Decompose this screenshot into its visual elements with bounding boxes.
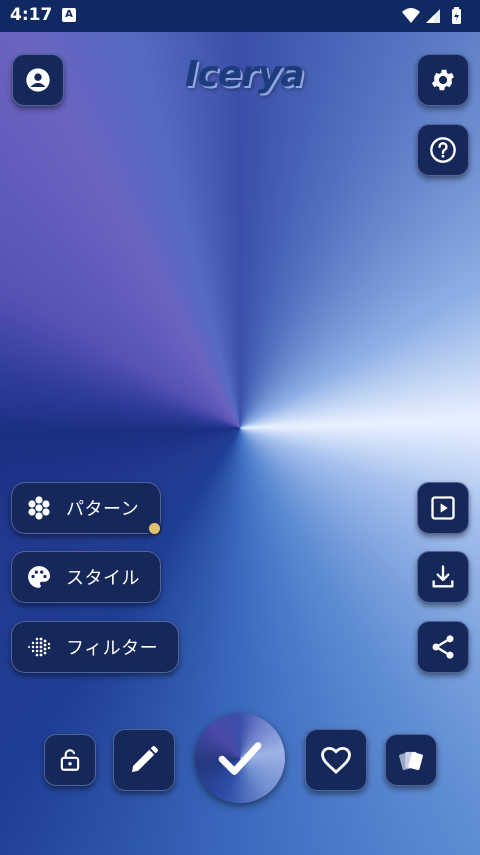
pattern-label: パターン bbox=[66, 499, 140, 520]
preview-button[interactable] bbox=[417, 482, 469, 534]
download-button[interactable] bbox=[417, 551, 469, 603]
settings-button[interactable] bbox=[417, 54, 469, 106]
pattern-button[interactable]: パターン bbox=[11, 482, 161, 534]
confirm-check-icon bbox=[218, 742, 262, 775]
account-icon bbox=[26, 68, 50, 92]
wifi-icon bbox=[402, 8, 420, 23]
filter-button[interactable]: フィルター bbox=[11, 621, 179, 673]
filter-icon bbox=[28, 637, 51, 657]
battery-icon bbox=[452, 7, 461, 24]
style-button[interactable]: スタイル bbox=[11, 551, 161, 603]
confirm-button[interactable] bbox=[195, 713, 285, 803]
account-button[interactable] bbox=[12, 54, 64, 106]
status-icons bbox=[400, 6, 470, 30]
pattern-indicator-dot bbox=[147, 521, 162, 536]
heart-icon bbox=[321, 746, 351, 774]
share-button[interactable] bbox=[417, 621, 469, 673]
status-time: 4:17 bbox=[10, 5, 53, 25]
download-icon bbox=[432, 565, 454, 588]
pattern-icon bbox=[28, 496, 50, 520]
status-bar: 4:17 A bbox=[0, 0, 480, 32]
lock-button[interactable] bbox=[44, 734, 96, 786]
palette-icon bbox=[28, 566, 51, 588]
play-icon bbox=[431, 496, 455, 520]
pencil-icon bbox=[132, 746, 158, 772]
signal-icon bbox=[426, 9, 440, 23]
style-label: スタイル bbox=[66, 568, 140, 589]
edit-button[interactable] bbox=[113, 729, 175, 791]
settings-icon bbox=[431, 69, 455, 91]
help-icon bbox=[430, 137, 456, 163]
share-icon bbox=[432, 635, 454, 659]
help-button[interactable] bbox=[417, 124, 469, 176]
filter-label: フィルター bbox=[66, 638, 159, 659]
favorite-button[interactable] bbox=[305, 729, 367, 791]
app-logo: Icerya bbox=[185, 54, 305, 95]
cards-icon bbox=[399, 751, 423, 771]
notification-badge: A bbox=[62, 8, 76, 22]
lock-icon bbox=[60, 749, 80, 771]
collection-button[interactable] bbox=[385, 734, 437, 786]
